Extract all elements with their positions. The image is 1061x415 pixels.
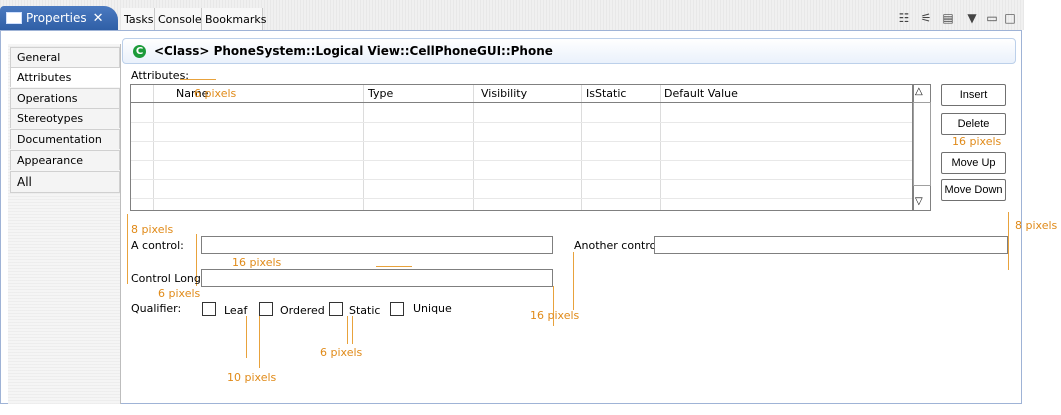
class-icon: C xyxy=(133,44,146,58)
leaf-label: Leaf xyxy=(224,304,248,317)
annotation-a-control-pixels: 16 pixels xyxy=(232,256,282,269)
column-header-type[interactable]: Type xyxy=(368,87,393,100)
control-long-field[interactable] xyxy=(201,269,553,287)
sidebar-item-documentation[interactable]: Documentation xyxy=(10,129,120,149)
move-down-button[interactable]: Move Down xyxy=(941,179,1006,201)
annotation-line xyxy=(1008,212,1009,270)
attributes-table[interactable]: Name 6 pixels Type Visibility IsStatic D… xyxy=(130,84,913,211)
move-up-button[interactable]: Move Up xyxy=(941,152,1006,174)
insert-button[interactable]: Insert xyxy=(941,84,1006,106)
properties-icon xyxy=(6,12,22,24)
tab-bookmarks[interactable]: Bookmarks xyxy=(202,8,266,30)
sidebar-item-stereotypes[interactable]: Stereotypes xyxy=(10,108,120,128)
minimize-icon[interactable]: ▭ xyxy=(984,10,1000,26)
tree-view-icon[interactable]: ☷ xyxy=(896,10,912,26)
annotation-another-pixels: 16 pixels xyxy=(530,309,580,322)
column-header-visibility[interactable]: Visibility xyxy=(481,87,527,100)
close-tab-icon[interactable]: ✕ xyxy=(93,11,104,26)
annotation-line xyxy=(376,266,412,267)
annotation-leaf-pixels: 10 pixels xyxy=(227,371,277,384)
sidebar-item-appearance[interactable]: Appearance xyxy=(10,150,120,170)
annotation-delete-pixels: 16 pixels xyxy=(952,135,1002,148)
leaf-checkbox[interactable] xyxy=(202,302,216,316)
another-control-label: Another control: xyxy=(574,239,664,252)
annotation-static-pixels: 6 pixels xyxy=(320,346,363,359)
annotation-line xyxy=(127,214,128,284)
unique-label: Unique xyxy=(413,302,452,315)
annotation-line xyxy=(573,252,574,310)
another-control-field[interactable] xyxy=(654,236,1008,254)
static-checkbox[interactable] xyxy=(329,302,343,316)
qualifier-label: Qualifier: xyxy=(131,302,182,315)
filter-icon[interactable]: ▤ xyxy=(940,10,956,26)
unique-checkbox[interactable] xyxy=(390,302,404,316)
sidebar-item-operations[interactable]: Operations xyxy=(10,88,120,108)
annotation-line xyxy=(246,316,247,358)
class-header: C <Class> PhoneSystem::Logical View::Cel… xyxy=(122,38,1016,64)
annotation-line xyxy=(259,316,260,368)
sidebar-item-general[interactable]: General xyxy=(10,47,120,67)
pin-icon[interactable]: ⚟ xyxy=(918,10,934,26)
sidebar-item-attributes[interactable]: Attributes xyxy=(10,67,120,87)
delete-button[interactable]: Delete xyxy=(941,113,1006,135)
a-control-field[interactable] xyxy=(201,236,553,254)
scroll-down-icon[interactable]: ▽ xyxy=(915,196,923,207)
annotation-line xyxy=(347,316,348,344)
page-title: <Class> PhoneSystem::Logical View::CellP… xyxy=(154,44,553,58)
annotation-left-pixels: 8 pixels xyxy=(131,223,174,236)
scrollbar-thumb[interactable] xyxy=(913,102,931,186)
ordered-checkbox[interactable] xyxy=(259,302,273,316)
annotation-control-long-pixels: 6 pixels xyxy=(158,287,201,300)
ordered-label: Ordered xyxy=(280,304,325,317)
scroll-up-icon[interactable]: △ xyxy=(915,86,923,97)
chevron-down-icon[interactable]: ▼ xyxy=(964,10,980,26)
tab-properties-label: Properties xyxy=(26,11,87,25)
annotation-underline xyxy=(180,79,216,80)
a-control-label: A control: xyxy=(131,239,184,252)
tab-console[interactable]: Console xyxy=(155,8,202,30)
column-header-isstatic[interactable]: IsStatic xyxy=(586,87,626,100)
annotation-line xyxy=(352,316,353,344)
tab-tasks[interactable]: Tasks xyxy=(121,8,155,30)
sidebar-item-all[interactable]: All xyxy=(10,171,120,193)
annotation-right-pixels: 8 pixels xyxy=(1015,219,1058,232)
attributes-label: Attributes: xyxy=(131,69,190,82)
column-header-default-value[interactable]: Default Value xyxy=(664,87,738,100)
maximize-icon[interactable]: □ xyxy=(1002,10,1018,26)
tab-properties[interactable]: Properties ✕ xyxy=(0,6,118,30)
control-long-label: Control Long: xyxy=(131,272,205,285)
static-label: Static xyxy=(349,304,381,317)
annotation-name-pixels: 6 pixels xyxy=(194,87,237,100)
